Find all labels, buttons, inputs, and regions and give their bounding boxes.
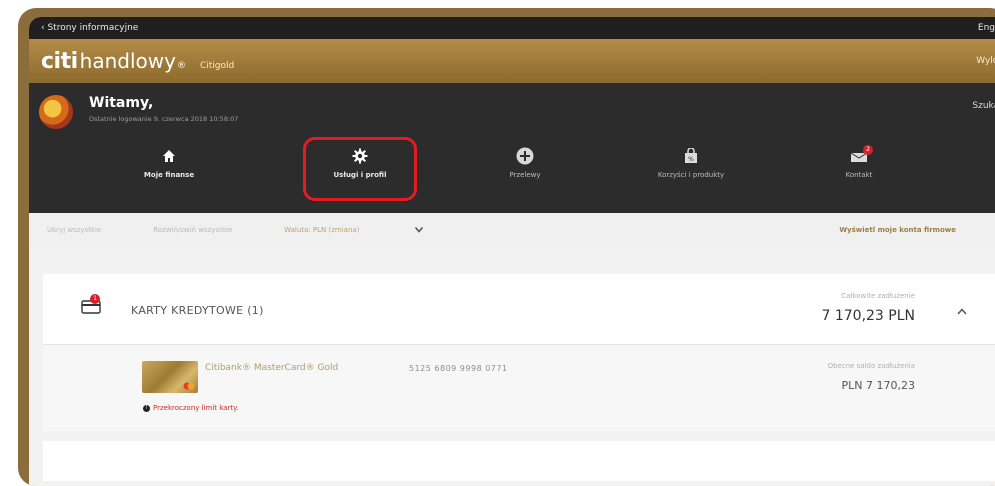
- search-link[interactable]: Szukaj (: [972, 101, 995, 111]
- nav-label: Korzyści i produkty: [657, 171, 725, 179]
- highlight-annotation: [303, 137, 417, 201]
- total-debt-label: Całkowite zadłużenie: [841, 292, 915, 300]
- logo-trademark: ®: [176, 60, 186, 71]
- currency-selector[interactable]: Waluta: PLN (zmiana): [284, 226, 424, 234]
- logo-handlowy: handlowy: [79, 48, 176, 73]
- browser-screen: ‹ Strony informacyjne Engli citi handlow…: [29, 17, 995, 486]
- show-company-accounts-link[interactable]: Wyświetl moje konta firmowe: [839, 226, 956, 234]
- chevron-down-icon: [415, 227, 424, 233]
- nav-item-my-finances[interactable]: Moje finanse: [109, 145, 229, 179]
- citi-handlowy-logo[interactable]: citi handlowy ® Citigold: [41, 49, 234, 74]
- total-debt-value: 7 170,23 PLN: [821, 308, 915, 324]
- main-navigation: Moje finanse Usługi i profil Przelewy % …: [29, 145, 995, 195]
- chevron-up-icon[interactable]: [957, 304, 967, 318]
- hide-balances-link[interactable]: Ukryj wszystkie: [47, 226, 101, 234]
- logo-citi: citi: [41, 48, 78, 74]
- nav-label: Moje finanse: [143, 171, 195, 179]
- language-switch[interactable]: Engli: [978, 23, 995, 33]
- top-utility-bar: ‹ Strony informacyjne Engli: [29, 17, 995, 39]
- home-icon: [163, 150, 175, 162]
- nav-label: Przelewy: [509, 171, 541, 179]
- currency-label: Waluta: PLN (zmiana): [284, 226, 360, 234]
- card-number: 5125 6809 9998 0771: [409, 364, 508, 373]
- balance-value: PLN 7 170,23: [841, 379, 915, 392]
- shopping-bag-icon: %: [685, 148, 697, 163]
- brand-header: citi handlowy ® Citigold Wylog: [29, 39, 995, 83]
- plus-circle-icon: [516, 147, 534, 165]
- card-name-link[interactable]: Citibank® MasterCard® Gold: [205, 363, 338, 373]
- nav-label: Kontakt: [845, 171, 873, 179]
- welcome-panel: Witamy, Ostatnie logowanie 9. czerwca 20…: [29, 83, 995, 213]
- section-badge: 1: [90, 294, 100, 304]
- credit-cards-section-header[interactable]: 1 KARTY KREDYTOWE (1) Całkowite zadłużen…: [43, 274, 995, 345]
- greeting-text: Witamy,: [89, 95, 154, 111]
- expand-all-link[interactable]: Rozwiń/zwiń wszystkie: [153, 226, 232, 234]
- avatar[interactable]: [39, 95, 73, 129]
- info-pages-link[interactable]: ‹ Strony informacyjne: [41, 23, 138, 33]
- last-login-text: Ostatnie logowanie 9. czerwca 2018 10:58…: [89, 115, 239, 123]
- section-title: KARTY KREDYTOWE (1): [131, 304, 264, 317]
- segment-label: Citigold: [199, 60, 235, 71]
- credit-card-icon: 1: [81, 294, 103, 318]
- nav-item-transfers[interactable]: Przelewy: [465, 145, 585, 179]
- next-section: [43, 441, 995, 481]
- nav-item-contact[interactable]: 2 Kontakt: [799, 145, 919, 179]
- back-link-label: ‹ Strony informacyjne: [41, 23, 139, 33]
- limit-warning: ! Przekroczony limit karty.: [143, 404, 238, 412]
- gold-card-image: [142, 361, 198, 393]
- notification-badge: 2: [863, 145, 873, 155]
- balance-label: Obecne saldo zadłużenia: [827, 362, 915, 370]
- device-frame: ‹ Strony informacyjne Engli citi handlow…: [18, 8, 995, 486]
- alert-icon: !: [143, 404, 150, 412]
- logout-button[interactable]: Wylog: [976, 56, 995, 66]
- svg-text:%: %: [688, 156, 694, 163]
- mastercard-logo-icon: [183, 382, 195, 390]
- nav-item-benefits-products[interactable]: % Korzyści i produkty: [631, 145, 751, 179]
- view-options-bar: Ukryj wszystkie Rozwiń/zwiń wszystkie Wa…: [29, 213, 995, 247]
- limit-warning-text: Przekroczony limit karty.: [153, 404, 239, 412]
- credit-card-row[interactable]: Citibank® MasterCard® Gold 5125 6809 999…: [43, 345, 995, 431]
